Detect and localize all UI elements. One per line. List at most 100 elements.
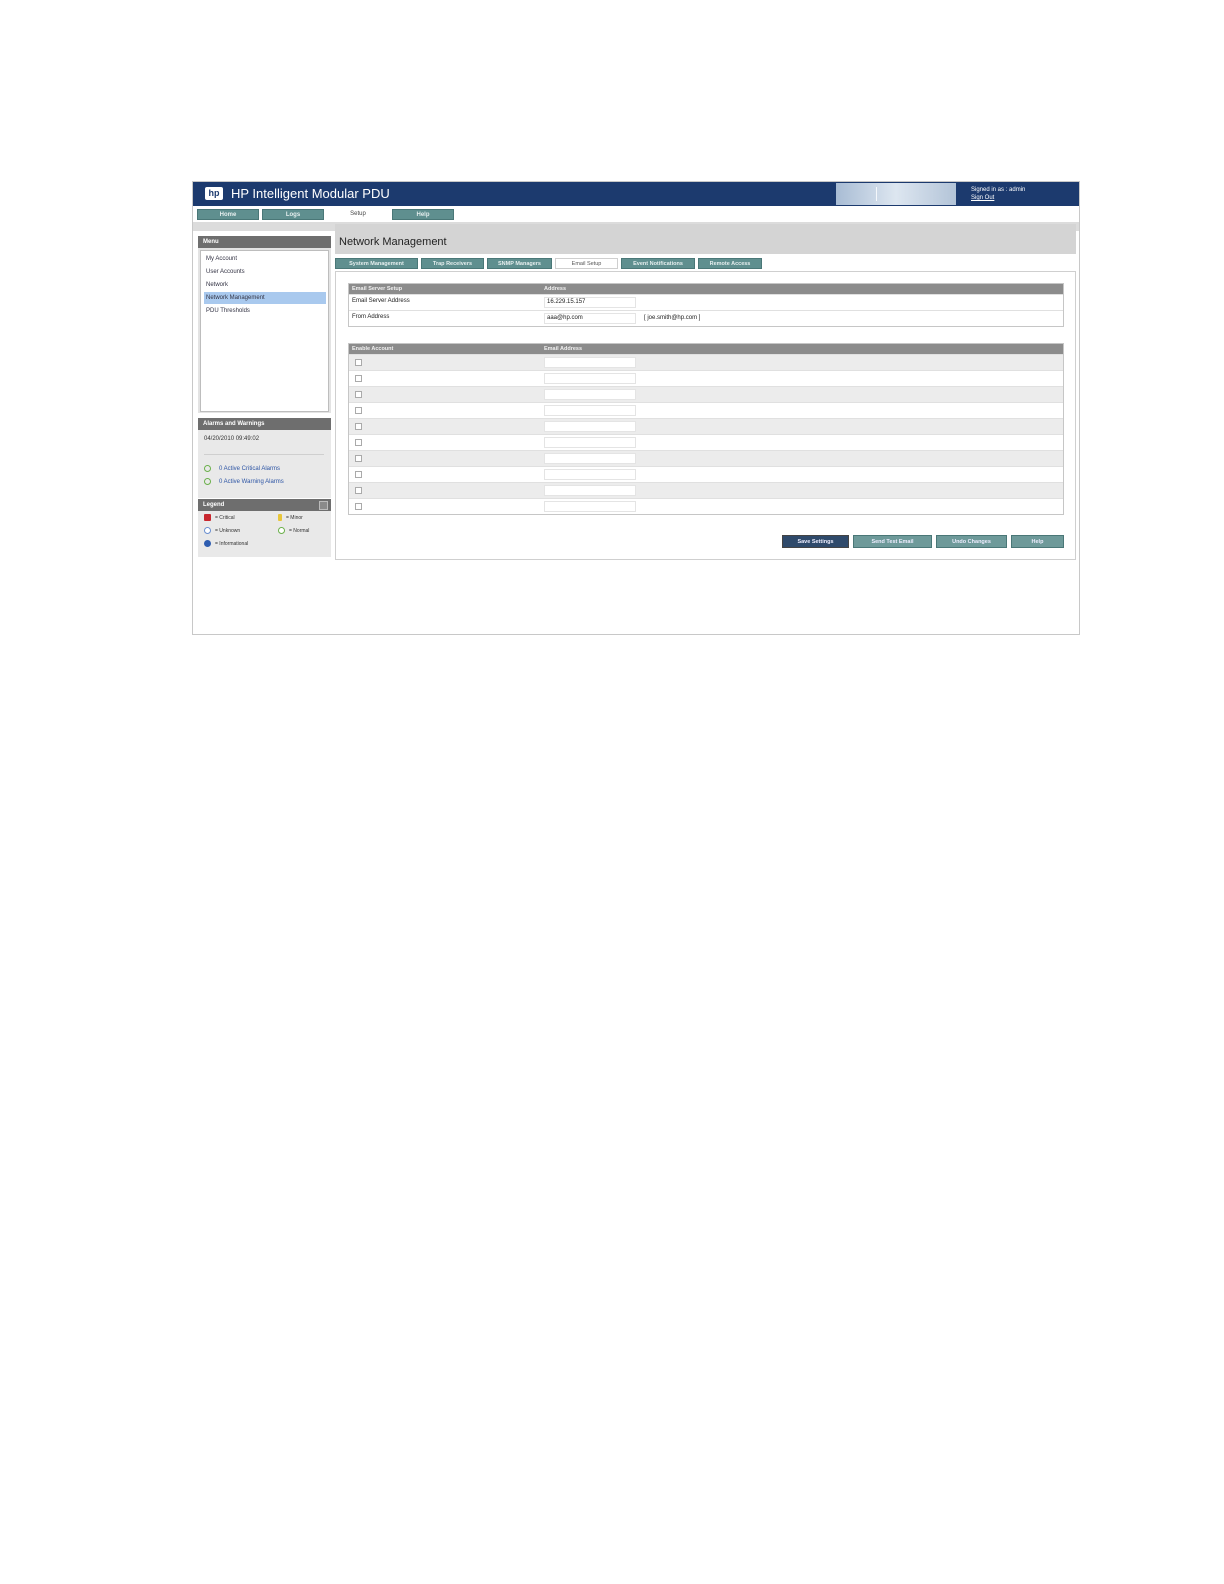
tab-help[interactable]: Help [392, 209, 454, 220]
table-row [349, 402, 1063, 418]
subtab-trap-receivers[interactable]: Trap Receivers [421, 258, 484, 269]
header-banner-image [836, 183, 956, 205]
email-server-address-label: Email Server Address [352, 298, 410, 304]
subtab-snmp-managers[interactable]: SNMP Managers [487, 258, 552, 269]
critical-alarms-link[interactable]: 0 Active Critical Alarms [204, 465, 280, 472]
legend-unknown: = Unknown [204, 527, 240, 535]
enable-account-checkbox[interactable] [355, 487, 362, 494]
pdu-web-app: hp HP Intelligent Modular PDU Signed in … [192, 181, 1080, 635]
table-header: Enable Account Email Address [349, 344, 1063, 354]
table-row: From Address [ joe.smith@hp.com ] [349, 310, 1063, 326]
save-settings-button[interactable]: Save Settings [782, 535, 849, 548]
from-address-label: From Address [352, 314, 390, 320]
critical-icon [204, 514, 211, 522]
menu-item-network-management[interactable]: Network Management [204, 292, 326, 304]
email-address-input[interactable] [544, 389, 636, 400]
subtab-event-notifications[interactable]: Event Notifications [621, 258, 695, 269]
table-row [349, 498, 1063, 514]
enable-account-checkbox[interactable] [355, 471, 362, 478]
left-column: Menu My Account User Accounts Network Ne… [198, 236, 331, 557]
send-test-email-button[interactable]: Send Test Email [853, 535, 932, 548]
legend-unknown-label: = Unknown [215, 528, 241, 534]
menu-item-network[interactable]: Network [204, 279, 326, 291]
help-button[interactable]: Help [1011, 535, 1064, 548]
legend-normal: = Normal [278, 527, 309, 535]
alarms-panel: Alarms and Warnings 04/20/2010 09:49:02 … [198, 418, 331, 498]
subtab-system-management[interactable]: System Management [335, 258, 418, 269]
table-row [349, 370, 1063, 386]
email-address-input[interactable] [544, 485, 636, 496]
table-row [349, 482, 1063, 498]
table-row [349, 466, 1063, 482]
table-row [349, 418, 1063, 434]
signed-in-label: Signed in as : admin [971, 187, 1026, 193]
enable-account-checkbox[interactable] [355, 375, 362, 382]
email-address-input[interactable] [544, 357, 636, 368]
content-header: Network Management [335, 224, 1076, 254]
warning-alarms-link[interactable]: 0 Active Warning Alarms [204, 478, 284, 485]
legend-minor: = Minor [278, 514, 303, 522]
from-address-input[interactable] [544, 313, 636, 324]
alarm-timestamp: 04/20/2010 09:49:02 [204, 436, 260, 442]
enable-account-checkbox[interactable] [355, 455, 362, 462]
col-address: Address [544, 286, 567, 292]
enable-account-checkbox[interactable] [355, 503, 362, 510]
email-address-input[interactable] [544, 501, 636, 512]
enable-account-checkbox[interactable] [355, 439, 362, 446]
warning-alarms-text: 0 Active Warning Alarms [219, 479, 284, 486]
enable-account-checkbox[interactable] [355, 391, 362, 398]
email-address-input[interactable] [544, 405, 636, 416]
tab-setup[interactable]: Setup [327, 209, 389, 220]
menu-item-my-account[interactable]: My Account [204, 253, 326, 265]
legend-critical-label: = Critical [215, 515, 235, 521]
page-title: Network Management [339, 236, 447, 248]
menu-item-pdu-thresholds[interactable]: PDU Thresholds [204, 305, 326, 317]
alarms-header: Alarms and Warnings [198, 418, 331, 430]
col-enable-account: Enable Account [352, 346, 394, 352]
enable-account-checkbox[interactable] [355, 407, 362, 414]
legend-panel: Legend = Critical = Minor = Unknown = No… [198, 499, 331, 557]
email-address-input[interactable] [544, 469, 636, 480]
email-setup-panel: Email Server Setup Address Email Server … [335, 271, 1076, 560]
enable-account-checkbox[interactable] [355, 359, 362, 366]
collapse-icon[interactable] [319, 501, 328, 510]
menu-item-user-accounts[interactable]: User Accounts [204, 266, 326, 278]
legend-normal-label: = Normal [289, 528, 310, 534]
legend-minor-label: = Minor [286, 515, 303, 521]
info-icon [204, 540, 211, 548]
status-ok-icon [204, 465, 211, 472]
status-ok-icon [204, 478, 211, 485]
col-email-server-setup: Email Server Setup [352, 286, 403, 292]
legend-informational: = Informational [204, 540, 248, 548]
enable-account-checkbox[interactable] [355, 423, 362, 430]
col-email-address: Email Address [544, 346, 583, 352]
email-address-input[interactable] [544, 437, 636, 448]
subtab-remote-access[interactable]: Remote Access [698, 258, 762, 269]
menu-panel: My Account User Accounts Network Network… [198, 248, 331, 413]
menu-header: Menu [198, 236, 331, 248]
user-status: Signed in as : admin Sign Out [971, 186, 1025, 202]
email-server-address-input[interactable] [544, 297, 636, 308]
from-address-hint: [ joe.smith@hp.com ] [644, 315, 701, 321]
unknown-icon [204, 527, 211, 535]
app-header: hp HP Intelligent Modular PDU Signed in … [193, 182, 1079, 206]
tab-logs[interactable]: Logs [262, 209, 324, 220]
email-address-input[interactable] [544, 421, 636, 432]
table-header: Email Server Setup Address [349, 284, 1063, 294]
normal-icon [278, 527, 285, 535]
critical-alarms-text: 0 Active Critical Alarms [219, 466, 281, 473]
email-server-table: Email Server Setup Address Email Server … [348, 283, 1064, 327]
table-row [349, 450, 1063, 466]
tab-home[interactable]: Home [197, 209, 259, 220]
table-row [349, 354, 1063, 370]
subtab-email-setup[interactable]: Email Setup [555, 258, 618, 269]
undo-changes-button[interactable]: Undo Changes [936, 535, 1007, 548]
legend-header: Legend [198, 499, 331, 511]
divider [204, 454, 324, 455]
legend-critical: = Critical [204, 514, 235, 522]
hp-logo: hp [205, 187, 223, 200]
email-address-input[interactable] [544, 373, 636, 384]
email-address-input[interactable] [544, 453, 636, 464]
app-title: HP Intelligent Modular PDU [231, 186, 390, 201]
sign-out-link[interactable]: Sign Out [971, 194, 1025, 202]
